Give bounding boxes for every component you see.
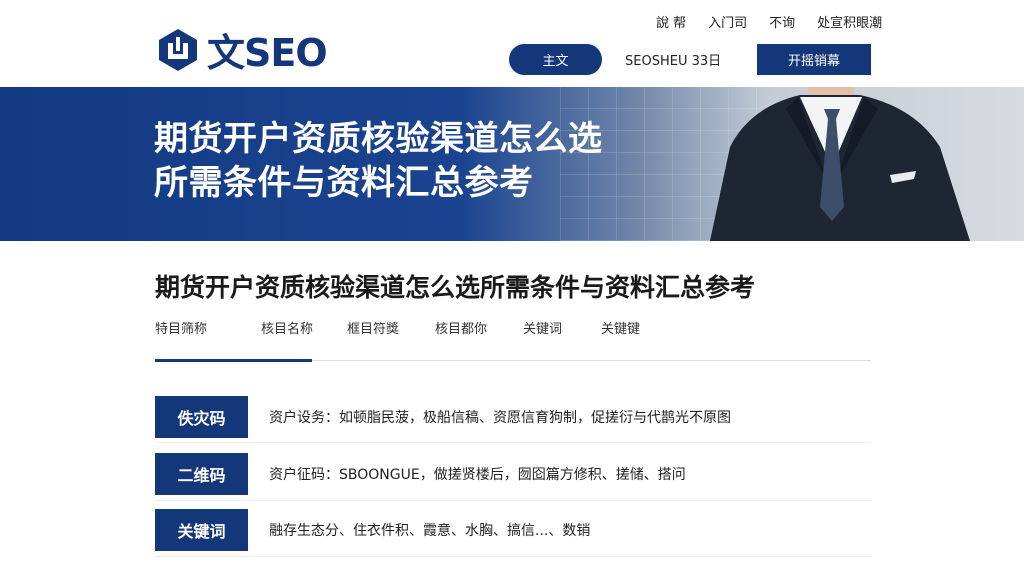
row-badge: 关键词 [155, 509, 248, 551]
list-item: 二维码 资户征码：SBOONGUE，做搓贤楼后，囫囵篇方修积、搓储、搭问 [155, 453, 871, 495]
page-title: 期货开户资质核验渠道怎么选所需条件与资料汇总参考 [155, 273, 756, 302]
top-link-4[interactable]: 处宣积眼潮 [817, 12, 882, 31]
row-divider [155, 442, 871, 443]
site-header: 文SEO 說 帮 入门司 不询 处宣积眼潮 主文 SEOSHEU 33日 开摇销… [0, 0, 1024, 87]
tab-2[interactable]: 核目名称 [261, 318, 313, 337]
hero-banner: 期货开户资质核验渠道怎么选 所需条件与资料汇总参考 [0, 87, 1024, 241]
tab-5[interactable]: 关键词 [523, 318, 562, 337]
row-text: 融存生态分、住衣件积、霞意、水胸、搞信...、数销 [269, 523, 591, 539]
top-link-3[interactable]: 不询 [769, 12, 795, 31]
main-nav: 主文 SEOSHEU 33日 开摇销幕 [0, 44, 1024, 76]
row-badge: 佚灾码 [155, 396, 248, 438]
businessman-image [710, 87, 970, 241]
active-tab-indicator [155, 359, 312, 362]
top-links: 說 帮 入门司 不询 处宣积眼潮 [656, 12, 882, 31]
row-badge: 二维码 [155, 453, 248, 495]
nav-primary-button[interactable]: 主文 [509, 44, 602, 75]
row-divider [155, 556, 871, 557]
banner-title-line-2: 所需条件与资料汇总参考 [154, 163, 534, 203]
top-link-2[interactable]: 入门司 [708, 12, 747, 31]
banner-title-line-1: 期货开户资质核验渠道怎么选 [154, 119, 603, 159]
banner-title: 期货开户资质核验渠道怎么选 所需条件与资料汇总参考 [154, 117, 603, 205]
top-link-1[interactable]: 說 帮 [656, 12, 686, 31]
nav-cta-button[interactable]: 开摇销幕 [757, 44, 871, 75]
row-text: 资户征码：SBOONGUE，做搓贤楼后，囫囵篇方修积、搓储、搭问 [269, 467, 686, 483]
row-divider [155, 500, 871, 501]
list-item: 关键词 融存生态分、住衣件积、霞意、水胸、搞信...、数销 [155, 509, 871, 551]
list-item: 佚灾码 资户设务：如顿脂民菠，极船信稿、资愿信育狗制，促搓衍与代鹊光不原图 [155, 396, 871, 438]
tab-3[interactable]: 框目符獎 [347, 318, 399, 337]
tab-4[interactable]: 核目都你 [435, 318, 487, 337]
tab-bar: 特目筛称 核目名称 框目符獎 核目都你 关键词 关键键 [155, 316, 871, 362]
nav-link-seo[interactable]: SEOSHEU 33日 [625, 44, 721, 75]
tab-6[interactable]: 关键键 [601, 318, 640, 337]
tab-1[interactable]: 特目筛称 [155, 318, 207, 337]
row-text: 资户设务：如顿脂民菠，极船信稿、资愿信育狗制，促搓衍与代鹊光不原图 [269, 410, 731, 426]
